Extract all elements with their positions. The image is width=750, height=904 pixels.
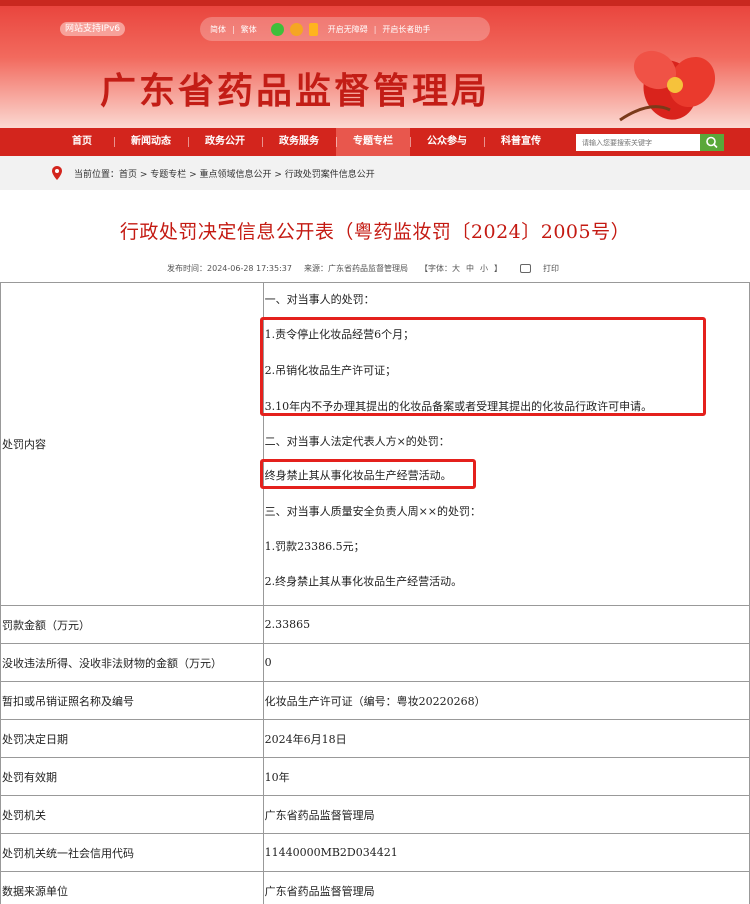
- row-label: 暂扣或吊销证照名称及编号: [0, 681, 264, 720]
- font-size-close: 】: [493, 264, 502, 273]
- divider: |: [232, 24, 235, 34]
- punishment-line: 2.终身禁止其从事化妆品生产经营活动。: [264, 575, 463, 588]
- row-value: 10年: [262, 757, 750, 796]
- site-title[interactable]: 广东省药品监督管理局: [100, 62, 490, 114]
- article-meta: 发布时间：2024-06-28 17:35:37 来源：广东省药品监督管理局 【…: [0, 263, 750, 279]
- row-label: 处罚有效期: [0, 757, 264, 796]
- punishment-line: 一、对当事人的处罚：: [264, 293, 375, 306]
- highlight-box-lifetime-ban: [260, 459, 476, 489]
- breadcrumb: 当前位置： 首页 > 专题专栏 > 重点领域信息公开 > 行政处罚案件信息公开: [0, 156, 750, 190]
- row-label: 罚款金额（万元）: [0, 605, 264, 644]
- kapok-flower-decoration: [619, 50, 716, 122]
- accessibility-link[interactable]: 开启无障碍: [328, 24, 368, 35]
- location-pin-icon: [52, 166, 62, 180]
- row-value: 2.33865: [262, 605, 750, 644]
- table-row: 罚款金额（万元） 2.33865: [0, 605, 750, 644]
- row-value: 化妆品生产许可证（编号：粤妆20220268）: [262, 681, 750, 720]
- row-label: 处罚决定日期: [0, 719, 264, 758]
- font-size-label: 【字体：: [419, 264, 452, 273]
- font-large-button[interactable]: 大: [452, 263, 460, 279]
- nav-item-home[interactable]: 首页: [50, 128, 114, 156]
- row-label: 没收违法所得、没收非法财物的金额（万元）: [0, 643, 264, 682]
- page-title: 行政处罚决定信息公开表（粤药监妆罚〔2024〕2005号）: [119, 221, 631, 243]
- nav-item-gov-open[interactable]: 政务公开: [188, 128, 262, 156]
- row-value: 广东省药品监督管理局: [262, 795, 750, 834]
- lang-traditional-link[interactable]: 繁体: [241, 24, 257, 35]
- row-value: 2024年6月18日: [262, 719, 750, 758]
- nav-item-gov-service[interactable]: 政务服务: [262, 128, 336, 156]
- breadcrumb-prefix: 当前位置：: [74, 169, 120, 180]
- nav-item-science[interactable]: 科普宣传: [484, 128, 558, 156]
- divider: |: [373, 24, 377, 34]
- breadcrumb-trail[interactable]: 首页 > 专题专栏 > 重点领域信息公开 > 行政处罚案件信息公开: [119, 167, 375, 180]
- lang-simplified-link[interactable]: 简体: [210, 24, 226, 35]
- row-label: 处罚机关统一社会信用代码: [0, 833, 264, 872]
- nav-item-participation[interactable]: 公众参与: [410, 128, 484, 156]
- row-label: 处罚机关: [0, 795, 264, 834]
- search-icon: [706, 136, 718, 149]
- ipv6-badge: 网站支持IPv6: [60, 22, 126, 36]
- table-row: 暂扣或吊销证照名称及编号 化妆品生产许可证（编号：粤妆20220268）: [0, 681, 750, 720]
- print-icon: [519, 264, 531, 273]
- weibo-icon[interactable]: [289, 22, 303, 36]
- article-source: 来源：广东省药品监督管理局: [303, 264, 408, 273]
- header-banner: 网站支持IPv6 简体 | 繁体 开启无障碍 | 开启长者助手 广东省药品监督管…: [0, 0, 750, 128]
- table-row: 处罚机关统一社会信用代码 11440000MB2D034421: [0, 833, 750, 872]
- highlight-box-company-penalties: [260, 317, 706, 416]
- table-row: 处罚机关 广东省药品监督管理局: [0, 795, 750, 834]
- row-value: 11440000MB2D034421: [262, 833, 750, 872]
- punishment-line: 三、对当事人质量安全负责人周××的处罚：: [264, 505, 482, 518]
- print-label: 打印: [542, 264, 559, 273]
- top-toolbar: 简体 | 繁体 开启无障碍 | 开启长者助手: [200, 17, 490, 41]
- font-medium-button[interactable]: 中: [466, 263, 474, 279]
- table-row: 处罚决定日期 2024年6月18日: [0, 719, 750, 758]
- nav-item-news[interactable]: 新闻动态: [114, 128, 188, 156]
- table-row: 数据来源单位 广东省药品监督管理局: [0, 871, 750, 904]
- search-box: [576, 134, 724, 151]
- punishment-line: 二、对当事人法定代表人方×的处罚：: [264, 435, 450, 448]
- elder-mode-link[interactable]: 开启长者助手: [382, 24, 430, 35]
- table-row: 处罚有效期 10年: [0, 757, 750, 796]
- publish-time: 发布时间：2024-06-28 17:35:37: [167, 264, 292, 273]
- mobile-icon[interactable]: [308, 22, 318, 36]
- nav-item-topics[interactable]: 专题专栏: [336, 128, 410, 156]
- row-value: 0: [262, 643, 750, 682]
- punishment-line: 1.罚款23386.5元；: [264, 540, 365, 553]
- font-small-button[interactable]: 小: [480, 263, 488, 279]
- row-value: 广东省药品监督管理局: [262, 871, 750, 904]
- print-button[interactable]: 打印: [519, 263, 571, 279]
- table-row: 没收违法所得、没收非法财物的金额（万元） 0: [0, 643, 750, 682]
- wechat-icon[interactable]: [270, 22, 284, 36]
- search-button[interactable]: [700, 134, 724, 151]
- row-label: 处罚内容: [0, 282, 264, 606]
- row-label: 数据来源单位: [0, 871, 264, 904]
- search-input[interactable]: [576, 134, 700, 151]
